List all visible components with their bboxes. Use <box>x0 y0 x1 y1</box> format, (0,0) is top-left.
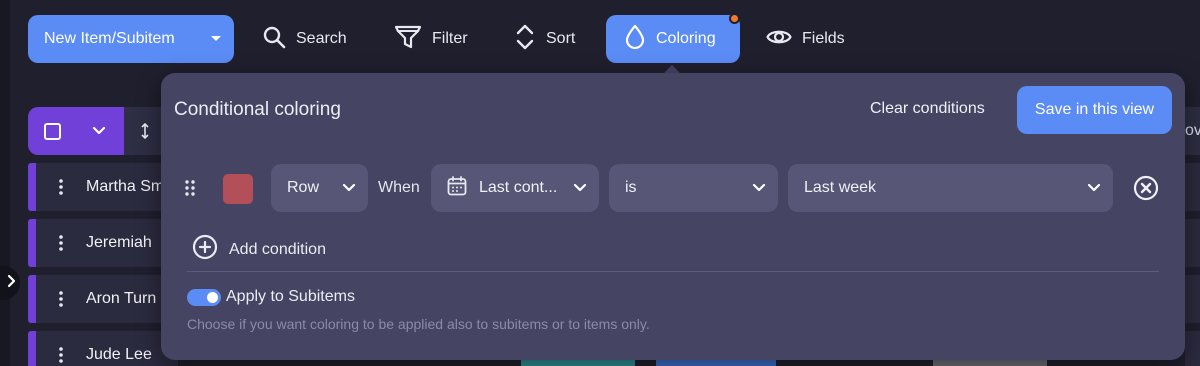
apply-subitems-row: Apply to Subitems <box>187 288 355 306</box>
row-menu-icon[interactable] <box>36 347 86 363</box>
save-in-view-button[interactable]: Save in this view <box>1017 86 1172 134</box>
apply-subitems-toggle[interactable] <box>187 288 221 306</box>
chevron-down-icon <box>573 179 587 197</box>
conditional-coloring-panel: Conditional coloring Clear conditions Sa… <box>161 73 1185 360</box>
remove-condition-icon[interactable] <box>1133 175 1159 206</box>
field-value: Last cont... <box>479 179 558 196</box>
drag-handle-icon[interactable] <box>185 180 195 201</box>
when-label: When <box>378 179 420 196</box>
status-chip-partial <box>521 360 635 366</box>
table-cell-partial <box>1185 275 1200 323</box>
add-condition-label: Add condition <box>229 240 326 258</box>
color-swatch[interactable] <box>223 174 253 204</box>
row-menu-icon[interactable] <box>36 235 86 251</box>
table-header-cell-partial: ove <box>1185 107 1200 155</box>
divider <box>187 271 1159 272</box>
value-text: Last week <box>804 179 877 196</box>
condition-row: Row When Last cont... is Last week <box>161 164 1185 212</box>
panel-title: Conditional coloring <box>174 99 341 120</box>
select-all-checkbox[interactable] <box>44 122 61 140</box>
coloring-label: Coloring <box>656 30 716 47</box>
apply-subitems-hint: Choose if you want coloring to be applie… <box>187 316 650 332</box>
sort-label: Sort <box>546 30 576 47</box>
toolbar: New Item/Subitem <box>28 15 234 63</box>
chevron-down-icon[interactable] <box>92 122 106 140</box>
caret-down-icon[interactable] <box>210 30 222 48</box>
row-menu-icon[interactable] <box>36 291 86 307</box>
table-row[interactable]: Jeremiah <box>28 219 178 267</box>
filter-icon <box>394 24 422 55</box>
sort-icon <box>514 23 536 56</box>
table-row[interactable]: Martha Sm <box>28 163 178 211</box>
table-row[interactable]: Aron Turn <box>28 275 178 323</box>
apply-subitems-label: Apply to Subitems <box>226 288 355 305</box>
drop-icon <box>624 24 646 55</box>
field-dropdown[interactable]: Last cont... <box>431 164 599 212</box>
expand-sidebar-button[interactable] <box>0 266 20 300</box>
fields-label: Fields <box>802 30 845 47</box>
row-name: Martha Sm <box>86 178 165 195</box>
filter-label: Filter <box>432 30 468 47</box>
row-name: Jeremiah <box>86 234 152 251</box>
eye-icon <box>766 27 792 52</box>
value-dropdown[interactable]: Last week <box>788 164 1113 212</box>
scope-value: Row <box>287 179 320 196</box>
fields-button[interactable]: Fields <box>766 15 845 63</box>
search-label: Search <box>296 30 347 47</box>
sort-button[interactable]: Sort <box>514 15 575 63</box>
header-label-partial: ove <box>1185 122 1200 139</box>
operator-dropdown[interactable]: is <box>609 164 778 212</box>
table-row[interactable]: Jude Lee <box>28 331 178 366</box>
table-cell-partial <box>1185 219 1200 267</box>
toggle-knob <box>207 291 218 303</box>
search-button[interactable]: Search <box>262 15 347 63</box>
table-cell-partial <box>1185 331 1200 366</box>
coloring-button[interactable]: Coloring <box>606 13 740 63</box>
sort-icon <box>141 123 149 139</box>
row-menu-icon[interactable] <box>36 179 86 195</box>
filter-button[interactable]: Filter <box>394 15 468 63</box>
chevron-down-icon <box>1087 179 1101 197</box>
operator-value: is <box>625 179 637 196</box>
table-header-select <box>28 107 124 155</box>
row-name: Aron Turn <box>86 290 157 307</box>
scope-dropdown[interactable]: Row <box>271 164 368 212</box>
search-icon <box>262 25 286 54</box>
notification-dot <box>729 13 740 24</box>
chevron-down-icon <box>752 179 766 197</box>
chevron-down-icon <box>342 179 356 197</box>
plus-circle-icon <box>192 234 218 265</box>
status-chip-partial <box>656 360 776 366</box>
calendar-icon <box>447 175 467 201</box>
new-item-button[interactable]: New Item/Subitem <box>28 15 234 63</box>
status-chip-partial <box>933 360 1047 366</box>
add-condition-button[interactable]: Add condition <box>192 234 326 265</box>
new-item-label: New Item/Subitem <box>44 30 175 47</box>
chevron-right-icon <box>7 274 16 293</box>
clear-conditions-button[interactable]: Clear conditions <box>870 100 985 118</box>
table-cell-partial <box>1185 163 1200 211</box>
left-strip <box>0 0 10 366</box>
row-name: Jude Lee <box>86 346 152 363</box>
